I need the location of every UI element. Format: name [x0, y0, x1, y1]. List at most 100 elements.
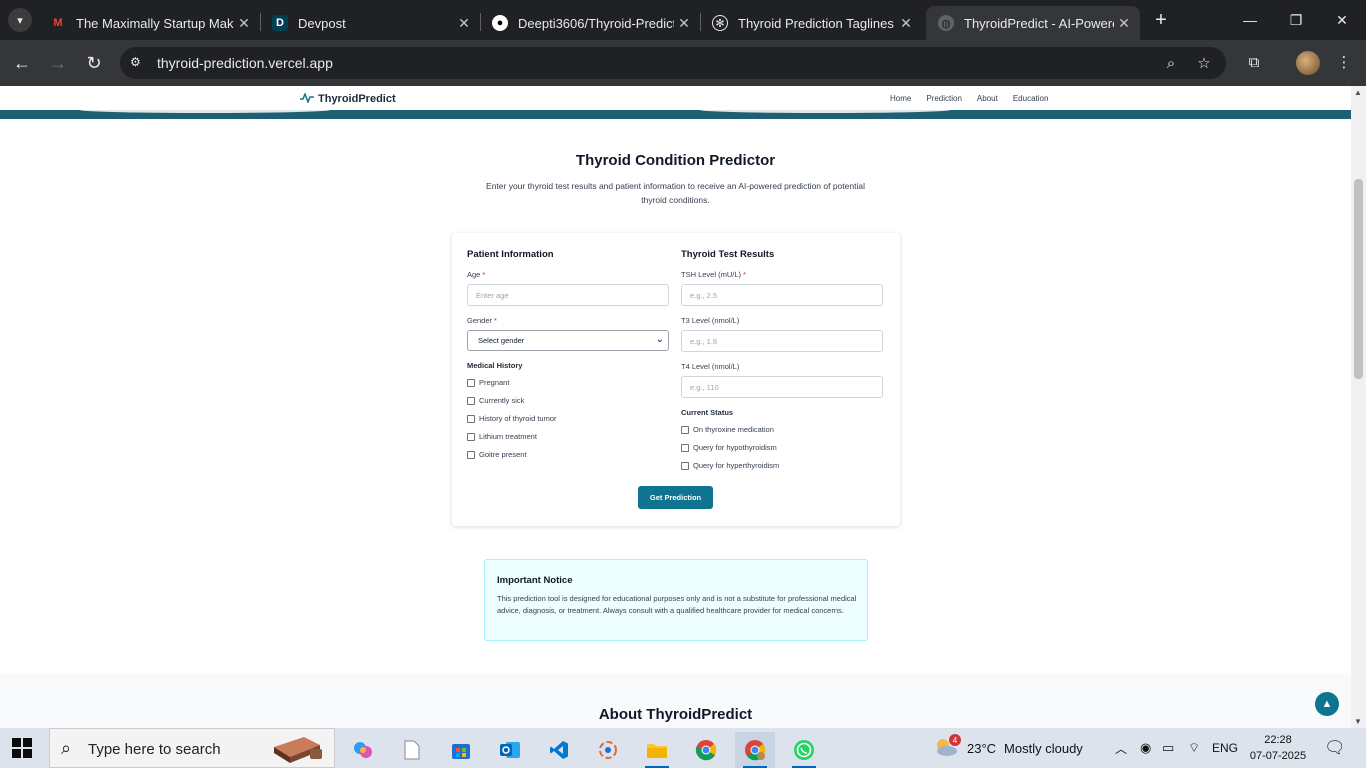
nav-about[interactable]: About	[977, 94, 998, 103]
wifi-icon[interactable]: ⌔	[1188, 728, 1200, 768]
checkbox-box[interactable]	[467, 378, 475, 387]
chrome-icon[interactable]	[686, 732, 726, 768]
notice-title: Important Notice	[497, 575, 573, 586]
t4-input[interactable]: e.g., 110	[681, 376, 883, 398]
t3-input[interactable]: e.g., 1.8	[681, 330, 883, 352]
checkbox-lithium[interactable]: Lithium treatment	[467, 432, 537, 441]
tab-gmail[interactable]: M The Maximally Startup Make ✕	[38, 6, 260, 40]
address-bar[interactable]: ⚙ thyroid-prediction.vercel.app ⌕ ☆	[120, 47, 1226, 79]
weather-temp: 23°C	[967, 740, 997, 756]
profile-avatar[interactable]	[1296, 51, 1320, 75]
whatsapp-icon[interactable]	[784, 732, 824, 768]
forward-arrow-icon[interactable]: →	[46, 51, 70, 75]
checkbox-thyroid-tumor[interactable]: History of thyroid tumor	[467, 414, 557, 423]
file-icon[interactable]	[392, 732, 432, 768]
checkbox-query-hypothyroidism[interactable]: Query for hypothyroidism	[681, 443, 777, 452]
bookmark-star-icon[interactable]: ☆	[1195, 54, 1213, 72]
back-arrow-icon[interactable]: ←	[10, 51, 34, 75]
tsh-input[interactable]: e.g., 2.5	[681, 284, 883, 306]
checkbox-box[interactable]	[681, 461, 689, 470]
checkbox-label: On thyroxine medication	[693, 425, 774, 434]
checkbox-box[interactable]	[681, 443, 689, 452]
site-brand[interactable]: ThyroidPredict	[300, 91, 396, 106]
header-wave-band	[0, 107, 1351, 119]
checkbox-box[interactable]	[681, 425, 689, 434]
battery-icon[interactable]: ▭	[1162, 728, 1174, 768]
browser-toolbar: ← → ↻ ⚙ thyroid-prediction.vercel.app ⌕ …	[0, 40, 1366, 86]
tab-github[interactable]: ● Deepti3606/Thyroid-Predicti ✕	[480, 6, 700, 40]
close-icon[interactable]: ✕	[674, 13, 694, 33]
address-url[interactable]: thyroid-prediction.vercel.app	[157, 55, 333, 71]
scroll-down-arrow-icon[interactable]: ▼	[1354, 717, 1362, 726]
notification-icon[interactable]: 🗨	[1324, 728, 1346, 768]
browser-tab-bar: ▾ M The Maximally Startup Make ✕ D Devpo…	[0, 0, 1366, 40]
checkbox-box[interactable]	[467, 450, 475, 459]
reload-icon[interactable]: ↻	[82, 51, 106, 75]
tab-thyroidpredict[interactable]: ◍ ThyroidPredict - AI-Powered ✕	[926, 6, 1140, 40]
checkbox-query-hyperthyroidism[interactable]: Query for hyperthyroidism	[681, 461, 779, 470]
clock-date: 07-07-2025	[1249, 750, 1307, 762]
checkbox-box[interactable]	[467, 414, 475, 423]
about-title: About ThyroidPredict	[598, 706, 753, 723]
checkbox-currently-sick[interactable]: Currently sick	[467, 396, 524, 405]
chevron-down-icon: ⌄	[655, 334, 664, 345]
vscode-icon[interactable]	[539, 732, 579, 768]
tab-search-chevron-icon[interactable]: ▾	[8, 8, 32, 32]
gender-select[interactable]: Select gender ⌄	[467, 330, 669, 351]
restore-icon[interactable]: ❐	[1284, 8, 1308, 32]
gender-label: Gender *	[467, 316, 497, 325]
scrollbar-thumb[interactable]	[1354, 179, 1363, 379]
checkbox-goitre[interactable]: Goitre present	[467, 450, 527, 459]
minimize-icon[interactable]: —	[1238, 8, 1262, 32]
checkbox-box[interactable]	[467, 396, 475, 405]
nav-home[interactable]: Home	[890, 94, 911, 103]
window-close-icon[interactable]: ✕	[1330, 8, 1354, 32]
zoom-icon[interactable]: ⌕	[1162, 54, 1180, 72]
close-icon[interactable]: ✕	[896, 13, 916, 33]
age-label-text: Age	[467, 270, 481, 279]
taskbar-search-box[interactable]: ⌕ Type here to search	[49, 728, 335, 768]
language-indicator[interactable]: ENG	[1212, 728, 1238, 768]
checkbox-box[interactable]	[467, 432, 475, 441]
copilot-icon[interactable]	[343, 732, 383, 768]
gmail-icon: M	[53, 17, 63, 29]
new-tab-plus-icon[interactable]: +	[1150, 10, 1172, 32]
clock-time: 22:28	[1264, 734, 1292, 746]
microsoft-store-icon[interactable]	[441, 732, 481, 768]
checkbox-pregnant[interactable]: Pregnant	[467, 378, 509, 387]
pulse-icon	[300, 91, 314, 106]
tab-devpost[interactable]: D Devpost ✕	[260, 6, 480, 40]
recording-icon[interactable]: ◉	[1140, 728, 1151, 768]
tray-overflow-chevron-icon[interactable]: ︿	[1115, 728, 1127, 768]
page-scrollbar[interactable]: ▲ ▼	[1351, 86, 1366, 728]
page-title: Thyroid Condition Predictor	[575, 152, 776, 169]
checkbox-thyroxine[interactable]: On thyroxine medication	[681, 425, 774, 434]
taskbar-clock[interactable]: 22:28 07-07-2025	[1248, 732, 1308, 764]
site-info-icon[interactable]: ⚙	[130, 55, 146, 71]
chrome-profile-icon[interactable]	[735, 732, 775, 768]
more-menu-icon[interactable]: ⋮	[1335, 53, 1353, 71]
close-icon[interactable]: ✕	[454, 13, 474, 33]
cake-search-highlight-icon	[274, 737, 322, 763]
tab-chatgpt[interactable]: ✻ Thyroid Prediction Taglines ✕	[700, 6, 922, 40]
globe-icon: ◍	[938, 15, 954, 31]
app-swirl-icon[interactable]	[588, 732, 628, 768]
tsh-placeholder: e.g., 2.5	[690, 290, 718, 300]
close-icon[interactable]: ✕	[1114, 13, 1134, 33]
nav-prediction[interactable]: Prediction	[926, 94, 962, 103]
extensions-puzzle-icon[interactable]: ⧉	[1245, 53, 1263, 71]
checkbox-label: Goitre present	[479, 450, 527, 459]
age-input[interactable]: Enter age	[467, 284, 669, 306]
outlook-icon[interactable]	[490, 732, 530, 768]
current-status-heading: Current Status	[681, 408, 734, 417]
get-prediction-button[interactable]: Get Prediction	[638, 486, 713, 509]
file-explorer-icon[interactable]	[637, 732, 677, 768]
windows-start-icon[interactable]	[12, 738, 32, 758]
brand-name: ThyroidPredict	[318, 92, 396, 105]
scroll-up-arrow-icon[interactable]: ▲	[1354, 88, 1362, 97]
nav-education[interactable]: Education	[1013, 94, 1049, 103]
weather-widget[interactable]: 4 23°C Mostly cloudy	[933, 728, 1083, 768]
close-icon[interactable]: ✕	[234, 13, 254, 33]
tab-title: The Maximally Startup Make	[76, 15, 234, 31]
scroll-to-top-icon[interactable]: ▲	[1315, 692, 1339, 716]
